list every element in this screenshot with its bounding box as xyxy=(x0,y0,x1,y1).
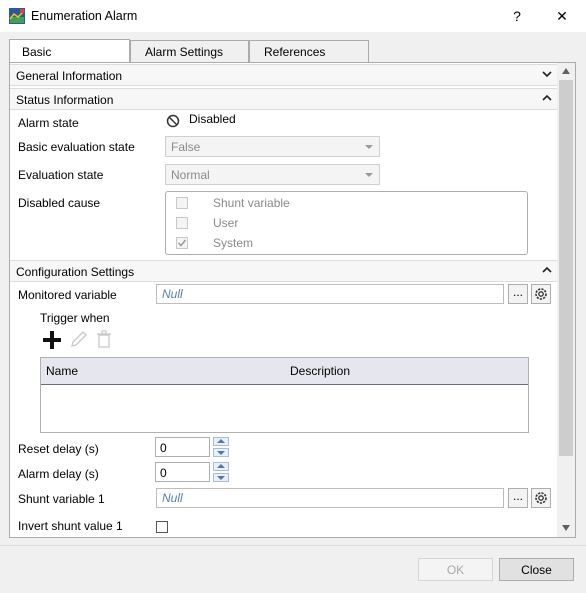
tab-alarm-settings[interactable]: Alarm Settings xyxy=(130,40,249,62)
evaluation-state-value: Normal xyxy=(171,168,210,182)
scrollbar-thumb[interactable] xyxy=(559,80,573,456)
dropdown-arrow-icon xyxy=(365,145,373,149)
section-general-title: General Information xyxy=(16,69,123,83)
monitored-variable-field[interactable]: Null xyxy=(156,284,504,304)
monitored-settings-gear-icon[interactable] xyxy=(531,284,551,304)
alarm-state-label: Alarm state xyxy=(18,116,79,130)
tab-references-label: References xyxy=(264,44,326,59)
section-status-information[interactable]: Status Information xyxy=(10,88,557,110)
shunt-variable-1-field[interactable]: Null xyxy=(156,488,504,508)
user-label: User xyxy=(213,216,239,230)
edit-pencil-icon xyxy=(71,331,87,347)
grid-header-description[interactable]: Description xyxy=(290,364,350,378)
shunt-browse-button[interactable]: ... xyxy=(508,488,528,508)
scroll-down-button[interactable] xyxy=(557,520,575,536)
shunt-settings-gear-icon[interactable] xyxy=(531,488,551,508)
add-icon[interactable] xyxy=(42,330,62,350)
user-checkbox xyxy=(176,217,188,229)
reset-delay-label: Reset delay (s) xyxy=(18,442,99,456)
close-icon: ✕ xyxy=(556,7,568,24)
alarm-delay-input[interactable]: 0 xyxy=(155,462,210,482)
shunt-variable-1-label: Shunt variable 1 xyxy=(18,492,105,506)
alarm-delay-label: Alarm delay (s) xyxy=(18,467,99,481)
grid-header-name[interactable]: Name xyxy=(46,364,78,378)
shunt-variable-1-value: Null xyxy=(162,491,183,505)
reset-delay-input[interactable]: 0 xyxy=(155,437,210,457)
monitored-variable-label: Monitored variable xyxy=(18,288,117,302)
evaluation-state-label: Evaluation state xyxy=(18,168,104,182)
alarm-state-value: Disabled xyxy=(189,112,236,126)
footer-divider xyxy=(0,545,586,546)
reset-delay-spinner[interactable] xyxy=(213,437,229,457)
trigger-when-label: Trigger when xyxy=(40,311,110,325)
trigger-grid[interactable]: Name Description xyxy=(40,357,529,433)
alarm-delay-value: 0 xyxy=(160,466,167,480)
window-title: Enumeration Alarm xyxy=(31,9,138,23)
chevron-up-icon xyxy=(542,266,552,273)
invert-shunt-value-checkbox[interactable] xyxy=(156,521,168,533)
disabled-icon xyxy=(166,114,180,128)
ok-button-label: OK xyxy=(446,562,465,577)
basic-evaluation-state-combo: False xyxy=(165,136,380,157)
monitored-browse-button[interactable]: ... xyxy=(508,284,528,304)
spin-down-icon[interactable] xyxy=(213,473,229,482)
close-button[interactable]: Close xyxy=(499,558,574,581)
reset-delay-value: 0 xyxy=(160,441,167,455)
disabled-cause-label: Disabled cause xyxy=(18,196,101,210)
help-icon: ? xyxy=(513,8,521,24)
shunt-variable-checkbox xyxy=(176,197,188,209)
chevron-up-icon xyxy=(542,94,552,101)
invert-shunt-value-label: Invert shunt value 1 xyxy=(18,519,123,533)
system-label: System xyxy=(213,236,254,250)
close-window-button[interactable]: ✕ xyxy=(547,3,577,29)
spin-up-icon[interactable] xyxy=(213,437,229,446)
ok-button[interactable]: OK xyxy=(418,558,493,581)
basic-evaluation-state-label: Basic evaluation state xyxy=(18,140,135,154)
alarm-app-icon xyxy=(9,8,25,24)
shunt-variable-label: Shunt variable xyxy=(213,196,290,210)
basic-evaluation-state-value: False xyxy=(171,140,201,154)
section-status-title: Status Information xyxy=(16,93,114,107)
delete-trash-icon xyxy=(97,330,111,348)
close-button-label: Close xyxy=(521,562,552,577)
monitored-variable-value: Null xyxy=(162,287,183,301)
help-button[interactable]: ? xyxy=(502,3,532,29)
system-checkbox xyxy=(176,237,188,249)
tab-alarm-settings-label: Alarm Settings xyxy=(145,44,224,59)
trigger-grid-header: Name Description xyxy=(41,358,528,385)
evaluation-state-combo: Normal xyxy=(165,164,380,185)
chevron-down-icon xyxy=(542,71,552,78)
scroll-up-icon xyxy=(562,68,570,74)
section-general-information[interactable]: General Information xyxy=(10,64,557,86)
alarm-delay-spinner[interactable] xyxy=(213,462,229,482)
section-configuration-settings[interactable]: Configuration Settings xyxy=(10,260,557,282)
tab-basic[interactable]: Basic xyxy=(9,39,130,63)
section-config-title: Configuration Settings xyxy=(16,265,135,279)
scroll-up-button[interactable] xyxy=(557,64,575,80)
tab-references[interactable]: References xyxy=(249,40,369,62)
checkmark-icon xyxy=(177,239,187,247)
tab-basic-label: Basic xyxy=(22,44,52,59)
spin-down-icon[interactable] xyxy=(213,448,229,457)
scroll-down-icon xyxy=(562,525,570,531)
spin-up-icon[interactable] xyxy=(213,462,229,471)
dropdown-arrow-icon xyxy=(365,173,373,177)
